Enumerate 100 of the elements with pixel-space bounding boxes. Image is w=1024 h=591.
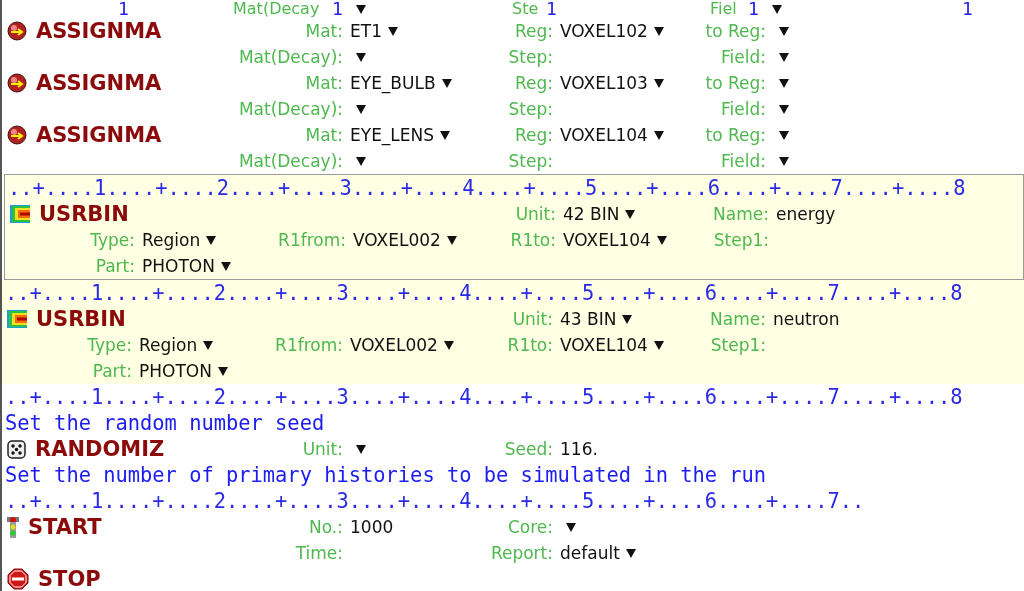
caret-icon bbox=[772, 4, 782, 14]
dropdown[interactable] bbox=[356, 156, 366, 166]
dropdown[interactable] bbox=[779, 78, 789, 88]
field-label: to Reg: bbox=[705, 125, 766, 145]
caret-icon bbox=[206, 235, 217, 245]
command-name: START bbox=[28, 515, 102, 539]
dropdown[interactable]: EYE_BULB bbox=[350, 73, 452, 93]
field-label: R1to: bbox=[507, 335, 553, 355]
field-label: Seed: bbox=[504, 439, 553, 459]
dropdown[interactable]: PHOTON bbox=[139, 361, 228, 381]
caret-icon bbox=[779, 156, 789, 166]
field-label: Ste bbox=[512, 0, 539, 18]
dropdown[interactable]: EYE_LENS bbox=[350, 125, 451, 145]
field-label: Name: bbox=[710, 309, 766, 329]
field-label: Type: bbox=[87, 335, 132, 355]
caret-icon bbox=[779, 130, 789, 140]
field-label: Unit: bbox=[515, 204, 556, 224]
column-ruler: ..+....1....+....2....+....3....+....4....+....5....+....6....+....7....+....8 bbox=[5, 386, 963, 408]
dropdown[interactable] bbox=[779, 156, 789, 166]
caret-icon bbox=[779, 26, 789, 36]
dropdown[interactable]: default bbox=[560, 543, 636, 563]
field-label: Mat: bbox=[305, 21, 343, 41]
caret-icon bbox=[779, 104, 789, 114]
card-background[interactable]: ..+....1....+....2....+....3....+....4....+....5....+....6....+....7....+....8 USRBIN Unit: 43 BIN Name: neutron Type: Region R1from: VOXEL002 R1to: VOXEL104 Step1: Part: PHOTON bbox=[2, 280, 1024, 384]
field-value[interactable]: 1000 bbox=[350, 517, 394, 537]
dropdown[interactable] bbox=[779, 130, 789, 140]
dropdown[interactable]: VOXEL104 bbox=[560, 125, 664, 145]
field-value[interactable]: neutron bbox=[773, 309, 840, 329]
dropdown[interactable]: VOXEL102 bbox=[560, 21, 664, 41]
field-label: to Reg: bbox=[705, 73, 766, 93]
ruler-digit: 1 bbox=[962, 0, 973, 18]
dropdown[interactable]: PHOTON bbox=[142, 256, 231, 276]
field-label: Step: bbox=[508, 151, 553, 171]
field-label: No.: bbox=[309, 517, 343, 537]
heatmap-icon bbox=[10, 205, 30, 223]
caret-icon bbox=[356, 4, 366, 14]
field-label: R1to: bbox=[510, 230, 556, 250]
dropdown[interactable] bbox=[779, 26, 789, 36]
ruler-digit: 1 bbox=[748, 0, 759, 18]
field-label: Reg: bbox=[514, 21, 553, 41]
ruler-digit: 1 bbox=[332, 0, 343, 18]
field-label: to Reg: bbox=[705, 21, 766, 41]
dropdown[interactable]: 42 BIN bbox=[563, 204, 636, 224]
caret-icon bbox=[356, 104, 366, 114]
caret-icon bbox=[779, 78, 789, 88]
dropdown[interactable]: VOXEL002 bbox=[350, 335, 454, 355]
command-name: USRBIN bbox=[36, 307, 126, 331]
dropdown[interactable] bbox=[356, 104, 366, 114]
dropdown[interactable]: 43 BIN bbox=[560, 309, 633, 329]
comment-text: Set the random number seed bbox=[5, 412, 325, 434]
field-label: Field: bbox=[721, 151, 766, 171]
field-label: Mat: bbox=[305, 73, 343, 93]
caret-icon bbox=[203, 340, 214, 350]
caret-icon bbox=[653, 78, 664, 88]
command-name: STOP bbox=[38, 567, 101, 591]
caret-icon bbox=[656, 235, 667, 245]
dropdown[interactable]: Region bbox=[142, 230, 217, 250]
field-label: Step: bbox=[508, 47, 553, 67]
caret-icon bbox=[441, 78, 452, 88]
dropdown[interactable]: Region bbox=[139, 335, 214, 355]
dropdown[interactable] bbox=[566, 522, 576, 532]
dropdown[interactable] bbox=[356, 444, 366, 454]
dropdown[interactable]: VOXEL104 bbox=[560, 335, 664, 355]
caret-icon bbox=[220, 261, 231, 271]
field-label: Mat(Decay): bbox=[238, 47, 343, 67]
comment-text: Set the number of primary histories to be simulated in the run bbox=[5, 464, 767, 486]
column-ruler: ..+....1....+....2....+....3....+....4....+....5....+....6....+....7....+....8 bbox=[5, 282, 963, 304]
field-label: Reg: bbox=[514, 125, 553, 145]
field-label: Type: bbox=[90, 230, 135, 250]
caret-icon bbox=[217, 366, 228, 376]
card-background[interactable]: ..+....1....+....2....+....3....+....4....+....5....+....6....+....7....+....8 USRBIN Unit: 42 BIN Name: energy Type: Region R1from: VOXEL002 R1to: VOXEL104 Step1: Part: PHOTON bbox=[4, 174, 1024, 280]
field-label: Mat(Decay): bbox=[238, 151, 343, 171]
dropdown[interactable]: VOXEL104 bbox=[563, 230, 667, 250]
caret-icon bbox=[446, 235, 457, 245]
field-label: Report: bbox=[490, 543, 553, 563]
dropdown[interactable]: ET1 bbox=[350, 21, 398, 41]
field-label: R1from: bbox=[275, 335, 343, 355]
dropdown[interactable] bbox=[779, 104, 789, 114]
caret-icon bbox=[566, 522, 576, 532]
caret-icon bbox=[653, 130, 664, 140]
caret-icon bbox=[440, 130, 451, 140]
column-ruler: ..+....1....+....2....+....3....+....4....+....5....+....6....+....7....+....8 bbox=[8, 177, 966, 199]
caret-icon bbox=[356, 444, 366, 454]
dropdown[interactable] bbox=[356, 52, 366, 62]
field-value[interactable]: 116. bbox=[560, 439, 598, 459]
field-label: Mat(Decay): bbox=[238, 99, 343, 119]
field-value[interactable]: energy bbox=[776, 204, 836, 224]
field-label: Mat(Decay bbox=[233, 0, 320, 18]
field-label: Step1: bbox=[710, 335, 766, 355]
dropdown[interactable]: VOXEL103 bbox=[560, 73, 664, 93]
caret-icon bbox=[625, 548, 636, 558]
caret-icon bbox=[653, 26, 664, 36]
field-label: Field: bbox=[721, 47, 766, 67]
field-label: Part: bbox=[95, 256, 135, 276]
ruler-digit: 1 bbox=[118, 0, 129, 18]
dropdown[interactable] bbox=[779, 52, 789, 62]
dice-icon bbox=[7, 439, 26, 459]
dropdown[interactable]: VOXEL002 bbox=[353, 230, 457, 250]
caret-icon bbox=[443, 340, 454, 350]
caret-icon bbox=[622, 314, 633, 324]
